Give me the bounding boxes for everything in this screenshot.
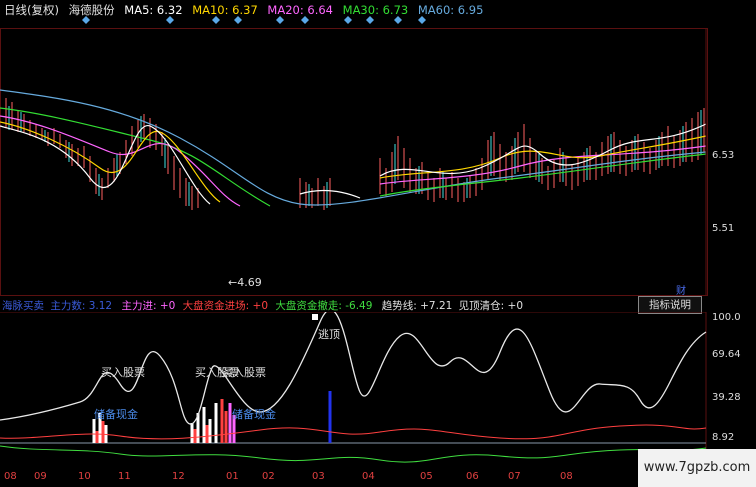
date-09: 09 — [34, 471, 47, 482]
diamond-icon — [418, 16, 426, 24]
price-label-bottom: 5.51 — [712, 223, 735, 234]
indicator-main-in: 主力进: +0 — [121, 300, 176, 312]
date-12: 12 — [172, 471, 185, 482]
indicator-market-out: 大盘资金撤走: -6.49 — [275, 300, 373, 312]
diamond-icon — [234, 16, 242, 24]
green-line — [0, 445, 707, 463]
indicator-chart[interactable] — [0, 312, 708, 470]
diamond-icon — [166, 16, 174, 24]
signal-diamonds — [82, 16, 426, 24]
date-11: 11 — [118, 471, 131, 482]
indicator-name[interactable]: 海脉买卖 — [2, 300, 44, 312]
diamond-icon — [394, 16, 402, 24]
signal-buy-1: 买入股票 — [101, 366, 145, 379]
indicator-axis-39: 39.28 — [712, 392, 741, 403]
diamond-icon — [276, 16, 284, 24]
signal-buy-3: 买入股票 — [222, 366, 266, 379]
site-watermark: www.7gpzb.com — [638, 449, 756, 487]
date-04: 04 — [362, 471, 375, 482]
signal-cash-2: 储备现金 — [232, 408, 276, 421]
ma30-line — [0, 107, 707, 207]
diamond-icon — [212, 16, 220, 24]
date-08a: 08 — [4, 471, 17, 482]
finance-marker[interactable]: 财 — [676, 282, 686, 297]
stock-chart-window: 日线(复权) 海德股份 MA5: 6.32 MA10: 6.37 MA20: 6… — [0, 0, 756, 487]
price-chart[interactable] — [0, 28, 708, 296]
date-07: 07 — [508, 471, 521, 482]
indicator-market-in: 大盘资金进场: +0 — [182, 300, 269, 312]
diamond-icon — [82, 16, 90, 24]
diamond-icon — [344, 16, 352, 24]
date-03: 03 — [312, 471, 325, 482]
date-10: 10 — [78, 471, 91, 482]
indicator-top-clear: 见顶清仓: +0 — [458, 300, 524, 312]
indicator-main-count: 主力数: 3.12 — [50, 300, 113, 312]
price-label-top: 6.53 — [712, 150, 735, 161]
top-signal-marker — [312, 314, 318, 320]
signal-top: 逃顶 — [318, 328, 340, 341]
ma10-line — [0, 121, 707, 203]
diamond-icon — [366, 16, 374, 24]
date-05: 05 — [420, 471, 433, 482]
indicator-trend: 趋势线: +7.21 — [381, 300, 453, 312]
indicator-axis-100: 100.0 — [712, 312, 741, 323]
candles-group — [5, 98, 705, 210]
date-08b: 08 — [560, 471, 573, 482]
indicator-header: 海脉买卖 主力数: 3.12 主力进: +0 大盘资金进场: +0 大盘资金撤走… — [2, 298, 523, 313]
signal-cash-1: 储备现金 — [94, 408, 138, 421]
date-02: 02 — [262, 471, 275, 482]
diamond-icon — [301, 16, 309, 24]
indicator-axis-69: 69.64 — [712, 349, 741, 360]
date-06: 06 — [466, 471, 479, 482]
date-01: 01 — [226, 471, 239, 482]
indicator-axis-8: 8.92 — [712, 432, 735, 443]
low-price-marker: ←4.69 — [228, 276, 262, 289]
